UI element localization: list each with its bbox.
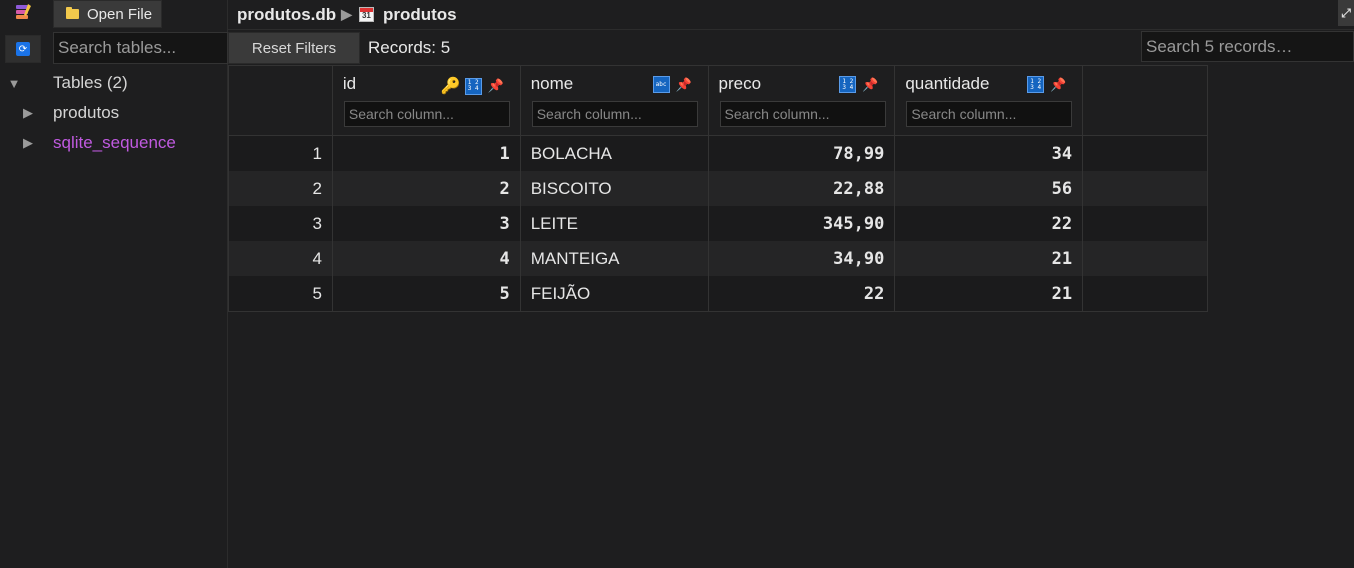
column-header-nome[interactable]: nome abc 📌 (521, 66, 709, 135)
cell-preco[interactable]: 34,90 (709, 241, 896, 276)
breadcrumb-separator-icon: ▶ (341, 6, 352, 22)
tree-item-produtos[interactable]: ▶ produtos (0, 98, 228, 128)
tree-item-sqlite-sequence[interactable]: ▶ sqlite_sequence (0, 128, 228, 158)
text-type-icon: abc (652, 76, 670, 93)
app-logo-icon (16, 4, 31, 19)
expand-icon[interactable]: ⤢ (1338, 0, 1354, 26)
cell-preco[interactable]: 22,88 (709, 171, 896, 206)
pin-icon[interactable]: 📌 (1050, 77, 1066, 93)
table-row[interactable]: 1 1 BOLACHA 78,99 34 (229, 136, 1207, 171)
cell-nome[interactable]: LEITE (521, 206, 709, 241)
row-number: 5 (229, 276, 333, 311)
pin-icon[interactable]: 📌 (488, 78, 504, 94)
filler-cell (1083, 241, 1207, 276)
cell-quantidade[interactable]: 22 (895, 206, 1084, 241)
records-count: Records: 5 (368, 38, 451, 57)
search-tables-input[interactable] (53, 32, 228, 64)
cell-id[interactable]: 1 (333, 136, 521, 171)
cell-id[interactable]: 4 (333, 241, 521, 276)
pin-icon[interactable]: 📌 (676, 77, 692, 93)
data-grid: id 🔑 1 23 4 📌 nome abc 📌 preco 1 23 4 📌 (228, 65, 1208, 312)
row-number: 2 (229, 171, 333, 206)
filler-cell (1083, 276, 1207, 311)
breadcrumb-database[interactable]: produtos.db (237, 5, 336, 25)
tables-group-label: Tables (2) (53, 73, 128, 92)
numeric-type-icon: 1 23 4 (464, 77, 482, 95)
refresh-icon: ⟳ (16, 42, 30, 56)
column-header-preco[interactable]: preco 1 23 4 📌 (709, 66, 896, 135)
numeric-type-icon: 1 23 4 (839, 76, 857, 93)
row-number: 1 (229, 136, 333, 171)
folder-icon (66, 7, 79, 19)
table-icon (358, 7, 374, 22)
filler-cell (1083, 136, 1207, 171)
caret-right-icon[interactable]: ▶ (14, 105, 42, 121)
tree-item-label: produtos (53, 103, 120, 122)
refresh-button[interactable]: ⟳ (5, 35, 41, 63)
open-file-button[interactable]: Open File (53, 0, 162, 28)
breadcrumb: produtos.db ▶ produtos ⤢ (228, 0, 1354, 30)
column-title: id (342, 74, 357, 93)
rownum-header (229, 66, 333, 135)
cell-preco[interactable]: 22 (709, 276, 896, 311)
column-title: preco (718, 74, 762, 93)
row-number: 4 (229, 241, 333, 276)
cell-id[interactable]: 3 (333, 206, 521, 241)
table-tree: ▼ Tables (2) ▶ produtos ▶ sqlite_sequenc… (0, 68, 228, 158)
table-row[interactable]: 5 5 FEIJÃO 22 21 (229, 276, 1207, 311)
column-search-input[interactable] (906, 101, 1073, 127)
cell-quantidade[interactable]: 21 (895, 276, 1084, 311)
search-records-input[interactable] (1141, 31, 1354, 62)
table-row[interactable]: 4 4 MANTEIGA 34,90 21 (229, 241, 1207, 276)
cell-preco[interactable]: 78,99 (709, 136, 896, 171)
header-row: id 🔑 1 23 4 📌 nome abc 📌 preco 1 23 4 📌 (229, 66, 1207, 136)
column-title: quantidade (905, 74, 990, 93)
cell-quantidade[interactable]: 56 (895, 171, 1084, 206)
column-search-input[interactable] (719, 101, 886, 127)
column-header-quantidade[interactable]: quantidade 1 23 4 📌 (895, 66, 1084, 135)
cell-preco[interactable]: 345,90 (709, 206, 896, 241)
reset-filters-button[interactable]: Reset Filters (228, 32, 360, 64)
table-row[interactable]: 2 2 BISCOITO 22,88 56 (229, 171, 1207, 206)
filler-header (1083, 66, 1207, 135)
tree-tables-group[interactable]: ▼ Tables (2) (0, 68, 228, 98)
breadcrumb-table: produtos (382, 4, 457, 24)
filler-cell (1083, 171, 1207, 206)
numeric-type-icon: 1 23 4 (1027, 76, 1045, 93)
cell-id[interactable]: 2 (333, 171, 521, 206)
table-row[interactable]: 3 3 LEITE 345,90 22 (229, 206, 1207, 241)
cell-id[interactable]: 5 (333, 276, 521, 311)
column-search-input[interactable] (531, 101, 698, 127)
caret-down-icon[interactable]: ▼ (0, 76, 28, 91)
pin-icon[interactable]: 📌 (862, 77, 878, 93)
column-header-id[interactable]: id 🔑 1 23 4 📌 (333, 66, 521, 135)
cell-nome[interactable]: MANTEIGA (521, 241, 709, 276)
open-file-label: Open File (87, 5, 153, 23)
row-number: 3 (229, 206, 333, 241)
cell-nome[interactable]: BOLACHA (521, 136, 709, 171)
column-title: nome (530, 74, 574, 93)
cell-nome[interactable]: FEIJÃO (521, 276, 709, 311)
cell-nome[interactable]: BISCOITO (521, 171, 709, 206)
column-search-input[interactable] (343, 101, 510, 127)
filler-cell (1083, 206, 1207, 241)
key-icon: 🔑 (440, 78, 461, 95)
caret-right-icon[interactable]: ▶ (14, 135, 42, 151)
sidebar: Open File ⟳ ▼ Tables (2) ▶ produtos ▶ sq… (0, 0, 228, 568)
tree-item-label: sqlite_sequence (53, 133, 176, 152)
cell-quantidade[interactable]: 34 (895, 136, 1084, 171)
cell-quantidade[interactable]: 21 (895, 241, 1084, 276)
